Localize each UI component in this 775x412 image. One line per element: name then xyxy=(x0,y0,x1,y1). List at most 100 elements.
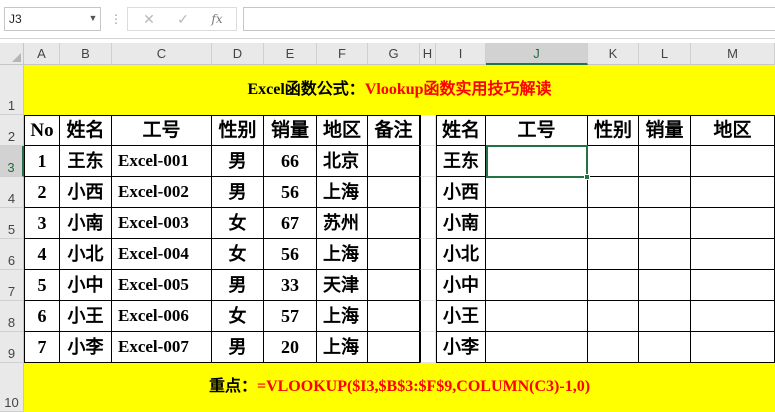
cell-j5[interactable] xyxy=(486,208,588,239)
cell-c8[interactable]: Excel-006 xyxy=(112,301,212,332)
cell-a2[interactable]: No xyxy=(24,115,60,146)
formula-input[interactable] xyxy=(243,7,775,31)
cell-b3[interactable]: 王东 xyxy=(60,146,112,177)
cell-a7[interactable]: 5 xyxy=(24,270,60,301)
cell-e7[interactable]: 33 xyxy=(264,270,317,301)
cell-f4[interactable]: 上海 xyxy=(317,177,368,208)
cell-m9[interactable] xyxy=(691,332,775,363)
cell-c4[interactable]: Excel-002 xyxy=(112,177,212,208)
cell-d4[interactable]: 男 xyxy=(212,177,264,208)
row-header-2[interactable]: 2 xyxy=(0,115,24,146)
row-header-5[interactable]: 5 xyxy=(0,208,24,239)
cell-k3[interactable] xyxy=(588,146,639,177)
cell-f3[interactable]: 北京 xyxy=(317,146,368,177)
cell-e2[interactable]: 销量 xyxy=(264,115,317,146)
cell-h2[interactable] xyxy=(420,115,436,146)
cell-h4[interactable] xyxy=(420,177,436,208)
cell-g9[interactable] xyxy=(368,332,420,363)
column-header-m[interactable]: M xyxy=(691,43,775,65)
cell-c3[interactable]: Excel-001 xyxy=(112,146,212,177)
cell-d7[interactable]: 男 xyxy=(212,270,264,301)
cell-e6[interactable]: 56 xyxy=(264,239,317,270)
cell-f7[interactable]: 天津 xyxy=(317,270,368,301)
cell-e9[interactable]: 20 xyxy=(264,332,317,363)
cell-l9[interactable] xyxy=(639,332,691,363)
cell-l4[interactable] xyxy=(639,177,691,208)
cell-b5[interactable]: 小南 xyxy=(60,208,112,239)
cell-d5[interactable]: 女 xyxy=(212,208,264,239)
cell-g3[interactable] xyxy=(368,146,420,177)
cell-c2[interactable]: 工号 xyxy=(112,115,212,146)
cell-c6[interactable]: Excel-004 xyxy=(112,239,212,270)
column-header-a[interactable]: A xyxy=(24,43,60,65)
cell-e5[interactable]: 67 xyxy=(264,208,317,239)
cell-l2[interactable]: 销量 xyxy=(639,115,691,146)
column-header-b[interactable]: B xyxy=(60,43,112,65)
cell-d9[interactable]: 男 xyxy=(212,332,264,363)
cell-j6[interactable] xyxy=(486,239,588,270)
cell-l6[interactable] xyxy=(639,239,691,270)
more-options-icon[interactable]: ⋮ xyxy=(110,8,122,30)
cell-f8[interactable]: 上海 xyxy=(317,301,368,332)
cell-m3[interactable] xyxy=(691,146,775,177)
cell-k2[interactable]: 性别 xyxy=(588,115,639,146)
cell-h5[interactable] xyxy=(420,208,436,239)
cell-h8[interactable] xyxy=(420,301,436,332)
cell-b9[interactable]: 小李 xyxy=(60,332,112,363)
cell-i2[interactable]: 姓名 xyxy=(436,115,486,146)
cell-a9[interactable]: 7 xyxy=(24,332,60,363)
cell-d2[interactable]: 性别 xyxy=(212,115,264,146)
cell-b4[interactable]: 小西 xyxy=(60,177,112,208)
column-header-d[interactable]: D xyxy=(212,43,264,65)
cell-e4[interactable]: 56 xyxy=(264,177,317,208)
cell-g6[interactable] xyxy=(368,239,420,270)
row-header-3[interactable]: 3 xyxy=(0,146,24,177)
cell-g8[interactable] xyxy=(368,301,420,332)
cell-j2[interactable]: 工号 xyxy=(486,115,588,146)
cell-g2[interactable]: 备注 xyxy=(368,115,420,146)
cell-h6[interactable] xyxy=(420,239,436,270)
cell-f2[interactable]: 地区 xyxy=(317,115,368,146)
cell-m7[interactable] xyxy=(691,270,775,301)
cell-h3[interactable] xyxy=(420,146,436,177)
row-header-10[interactable]: 10 xyxy=(0,363,24,412)
column-header-h[interactable]: H xyxy=(420,43,436,65)
cell-j9[interactable] xyxy=(486,332,588,363)
cell-f5[interactable]: 苏州 xyxy=(317,208,368,239)
cell-b2[interactable]: 姓名 xyxy=(60,115,112,146)
cell-g4[interactable] xyxy=(368,177,420,208)
row-header-9[interactable]: 9 xyxy=(0,332,24,363)
insert-function-icon[interactable]: fx xyxy=(202,8,232,30)
name-box[interactable]: J3 xyxy=(4,7,101,31)
cell-k9[interactable] xyxy=(588,332,639,363)
cell-i3[interactable]: 王东 xyxy=(436,146,486,177)
cell-a8[interactable]: 6 xyxy=(24,301,60,332)
column-header-g[interactable]: G xyxy=(368,43,420,65)
cell-d6[interactable]: 女 xyxy=(212,239,264,270)
chevron-down-icon[interactable]: ▼ xyxy=(88,8,98,28)
cell-f9[interactable]: 上海 xyxy=(317,332,368,363)
column-header-i[interactable]: I xyxy=(436,43,486,65)
cell-e8[interactable]: 57 xyxy=(264,301,317,332)
cell-a3[interactable]: 1 xyxy=(24,146,60,177)
cell-m6[interactable] xyxy=(691,239,775,270)
row-header-4[interactable]: 4 xyxy=(0,177,24,208)
column-header-k[interactable]: K xyxy=(588,43,639,65)
cell-l8[interactable] xyxy=(639,301,691,332)
cell-b8[interactable]: 小王 xyxy=(60,301,112,332)
cell-k8[interactable] xyxy=(588,301,639,332)
cancel-icon[interactable]: ✕ xyxy=(134,8,164,30)
cell-g5[interactable] xyxy=(368,208,420,239)
cell-e3[interactable]: 66 xyxy=(264,146,317,177)
cell-c9[interactable]: Excel-007 xyxy=(112,332,212,363)
enter-icon[interactable]: ✓ xyxy=(168,8,198,30)
note-band[interactable]: 重点：=VLOOKUP($I3,$B$3:$F$9,COLUMN(C3)-1,0… xyxy=(24,363,775,412)
row-header-6[interactable]: 6 xyxy=(0,239,24,270)
cell-b7[interactable]: 小中 xyxy=(60,270,112,301)
active-cell-border[interactable] xyxy=(486,145,588,178)
cell-i7[interactable]: 小中 xyxy=(436,270,486,301)
cell-m5[interactable] xyxy=(691,208,775,239)
column-header-c[interactable]: C xyxy=(112,43,212,65)
cell-k7[interactable] xyxy=(588,270,639,301)
cell-i6[interactable]: 小北 xyxy=(436,239,486,270)
